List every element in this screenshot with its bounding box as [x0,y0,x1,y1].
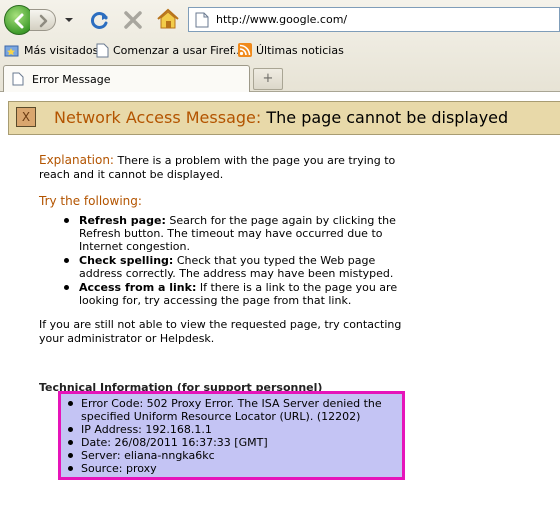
page-icon [12,72,24,86]
url-input[interactable] [216,8,546,31]
reload-button[interactable] [88,8,112,32]
tab-strip: Error Message + [0,62,560,92]
banner-message: The page cannot be displayed [266,108,509,127]
bookmark-mas-visitados[interactable]: Más visitados [4,41,98,59]
suggestion-title: Check spelling: [79,254,174,267]
error-banner: X Network Access Message: The page canno… [8,101,560,135]
page-icon [96,43,109,57]
try-following-heading: Try the following: [39,194,142,208]
technical-info-highlight: Error Code: 502 Proxy Error. The ISA Ser… [58,391,405,480]
explanation-heading: Explanation: [39,153,114,167]
bookmarks-toolbar: Más visitados Comenzar a usar Firef... Ú… [0,39,560,61]
address-bar[interactable] [188,7,560,32]
tab-label: Error Message [32,72,111,86]
list-item: Error Code: 502 Proxy Error. The ISA Ser… [67,397,397,423]
suggestions-list: Refresh page: Search for the page again … [62,214,402,308]
new-tab-button[interactable]: + [253,68,283,90]
stop-icon [124,11,142,29]
history-dropdown[interactable] [59,11,79,29]
list-item: Source: proxy [67,462,397,475]
forward-arrow-icon [39,14,48,28]
list-item: Check spelling: Check that you typed the… [62,254,402,280]
chevron-down-icon [65,18,73,22]
home-icon [157,8,179,29]
list-item: Access from a link: If there is a link t… [62,281,402,307]
error-x-icon: X [16,107,36,127]
forward-button[interactable] [30,9,56,31]
page-icon [195,12,209,28]
list-item: IP Address: 192.168.1.1 [67,423,397,436]
explanation-section: Explanation: There is a problem with the… [39,153,419,182]
bookmark-label: Más visitados [24,43,99,57]
bookmark-label: Últimas noticias [256,43,344,57]
home-button[interactable] [155,7,181,31]
technical-info-list: Error Code: 502 Proxy Error. The ISA Ser… [67,397,397,475]
bookmark-comenzar[interactable]: Comenzar a usar Firef... [96,41,243,59]
suggestion-title: Access from a link: [79,281,197,294]
list-item: Server: eliana-nngka6kc [67,449,397,462]
list-item: Date: 26/08/2011 16:37:33 [GMT] [67,436,397,449]
rss-feed-icon [238,43,252,57]
navigation-toolbar [0,0,560,38]
bookmarks-folder-icon [4,45,19,57]
browser-chrome: Más visitados Comenzar a usar Firef... Ú… [0,0,560,92]
stop-button[interactable] [121,8,145,32]
bookmark-label: Comenzar a usar Firef... [113,43,244,57]
suggestion-title: Refresh page: [79,214,166,227]
list-item: Refresh page: Search for the page again … [62,214,402,253]
contact-admin-text: If you are still not able to view the re… [39,318,402,345]
banner-label: Network Access Message: [54,108,262,127]
reload-icon [90,12,108,29]
page-content: X Network Access Message: The page canno… [0,92,560,520]
banner-title: Network Access Message: The page cannot … [54,108,508,127]
bookmark-ultimas-noticias[interactable]: Últimas noticias [238,41,344,59]
tab-error-message[interactable]: Error Message [3,65,250,92]
